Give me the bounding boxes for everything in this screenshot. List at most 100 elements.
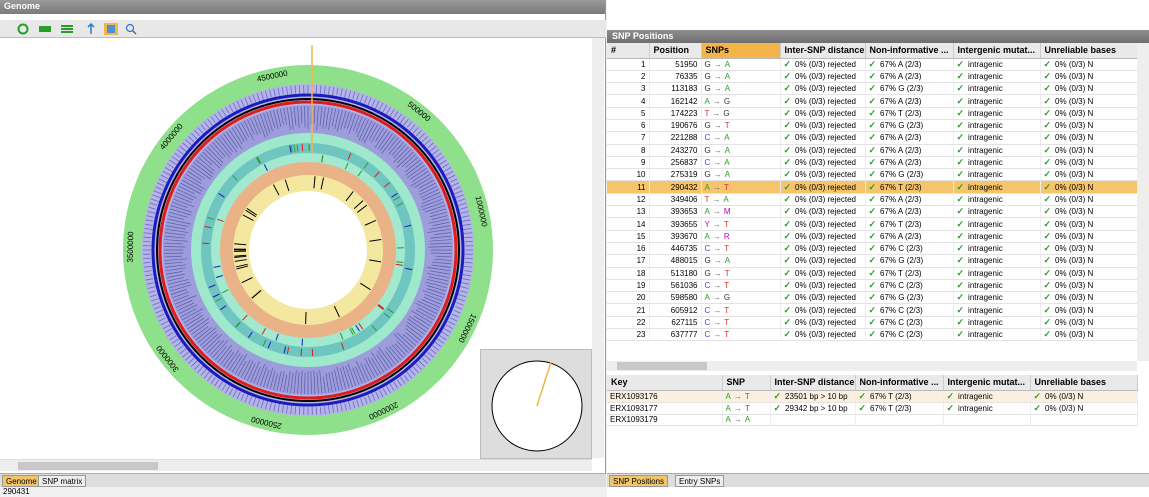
check-icon: ✓	[868, 292, 877, 303]
linear-view-icon[interactable]	[38, 23, 52, 35]
zoom-icon[interactable]	[124, 23, 138, 35]
filter-cell: ✓ 67% A (2/3)	[865, 58, 954, 71]
arrow-icon: →	[733, 403, 742, 413]
column-header[interactable]: SNP	[722, 375, 771, 391]
column-header[interactable]: Intergenic mutat...	[943, 375, 1031, 391]
column-header[interactable]: Key	[607, 375, 723, 391]
snp-horizontal-scrollbar[interactable]	[607, 361, 1137, 371]
check-icon: ✓	[783, 329, 792, 340]
genome-vertical-scrollbar[interactable]	[592, 38, 604, 458]
arrow-icon: →	[713, 244, 722, 254]
position-cell: 561036	[649, 279, 702, 293]
check-icon: ✓	[783, 132, 792, 143]
column-header[interactable]: Non-informative ...	[865, 43, 954, 59]
cell-text: 0% (0/3) rejected	[795, 305, 856, 315]
snp-row[interactable]: 7 221288 C → A ✓ 0% (0/3) rejected ✓ 67% A (2/3)…	[607, 131, 1138, 145]
column-header[interactable]: Non-informative ...	[855, 375, 944, 391]
genome-overview-minimap[interactable]	[480, 349, 592, 459]
arrow-icon: →	[713, 84, 722, 94]
snp-mark	[296, 144, 299, 152]
cell-text: 0% (0/3) rejected	[795, 280, 856, 290]
snp-row[interactable]: 16 446735 C → T ✓ 0% (0/3) rejected ✓ 67% C (2/3…	[607, 242, 1138, 256]
snp-row[interactable]: 8 243270 G → A ✓ 0% (0/3) rejected ✓ 67% A (2/3)…	[607, 144, 1138, 157]
check-icon: ✓	[1043, 206, 1052, 217]
check-icon: ✓	[956, 206, 965, 217]
snp-row[interactable]: 19 561036 C → T ✓ 0% (0/3) rejected ✓ 67% C (2/3…	[607, 279, 1138, 293]
snp-cell: C → T	[701, 328, 781, 342]
position-cell: 162142	[649, 94, 702, 108]
column-header[interactable]: SNPs	[701, 43, 781, 59]
cell-text: 0% (0/3) N	[1045, 403, 1084, 413]
cell-text: intragenic	[968, 268, 1003, 278]
column-header[interactable]: #	[607, 43, 650, 59]
snp-row[interactable]: 5 174223 T → G ✓ 0% (0/3) rejected ✓ 67% T (2/3)…	[607, 107, 1138, 120]
snp-row[interactable]: 3 113183 G → A ✓ 0% (0/3) rejected ✓ 67% G (2/3)…	[607, 82, 1138, 96]
column-header[interactable]: Inter-SNP distance	[770, 375, 856, 391]
cell-text: intragenic	[968, 330, 1003, 340]
key-row[interactable]: ERX1093179 A → A	[607, 414, 1138, 426]
filter-cell: ✓ 0% (0/3) rejected	[780, 328, 866, 342]
tracks-icon[interactable]	[60, 23, 74, 35]
snp-row[interactable]: 6 190676 G → T ✓ 0% (0/3) rejected ✓ 67% G (2/3)…	[607, 119, 1138, 133]
tab-entry-snps[interactable]: Entry SNPs	[675, 475, 725, 487]
snp-row[interactable]: 11 290432 A → T ✓ 0% (0/3) rejected ✓ 67% T (2/3…	[607, 180, 1138, 194]
filter-cell: ✓ intragenic	[953, 242, 1041, 256]
overview-circle[interactable]	[481, 350, 591, 458]
tab-genome[interactable]: Genome	[2, 475, 41, 487]
snp-row[interactable]: 4 162142 A → G ✓ 0% (0/3) rejected ✓ 67% A (2/3)…	[607, 94, 1138, 108]
filter-cell: ✓ 67% G (2/3)	[865, 119, 954, 133]
snp-row[interactable]: 10 275319 G → A ✓ 0% (0/3) rejected ✓ 67% G (2/3…	[607, 168, 1138, 182]
cell-text: 0% (0/3) N	[1055, 182, 1094, 192]
circle-view-icon[interactable]	[16, 23, 30, 35]
check-icon: ✓	[868, 316, 877, 327]
tab-snp-matrix[interactable]: SNP matrix	[38, 475, 87, 487]
snp-cell: A → T	[722, 390, 771, 403]
arrow-icon: →	[712, 219, 721, 229]
filter-cell: ✓ 0% (0/3) N	[1030, 402, 1138, 415]
genome-horizontal-scrollbar[interactable]	[0, 459, 592, 471]
filter-cell: ✓ 0% (0/3) rejected	[780, 94, 866, 108]
snp-row[interactable]: 12 349406 T → A ✓ 0% (0/3) rejected ✓ 67% A (2/3…	[607, 193, 1138, 207]
snp-vertical-scrollbar[interactable]	[1137, 43, 1149, 361]
alt-base: R	[723, 231, 730, 241]
alt-base: A	[723, 194, 729, 204]
filter-cell: ✓ intragenic	[953, 193, 1041, 207]
cell-text: intragenic	[968, 158, 1003, 168]
column-header[interactable]: Unreliable bases	[1040, 43, 1138, 59]
row-number: 16	[607, 242, 650, 256]
filter-cell: ✓ intragenic	[953, 180, 1041, 194]
check-icon: ✓	[783, 144, 792, 155]
cell-text: intragenic	[968, 96, 1003, 106]
column-header[interactable]: Inter-SNP distance	[780, 43, 866, 59]
snp-row[interactable]: 13 393653 A → M ✓ 0% (0/3) rejected ✓ 67% A (2/3…	[607, 205, 1138, 219]
filter-cell: ✓ 0% (0/3) N	[1040, 180, 1138, 194]
color-mode-icon[interactable]	[104, 23, 118, 35]
snp-row[interactable]: 18 513180 G → T ✓ 0% (0/3) rejected ✓ 67% T (2/3…	[607, 267, 1138, 280]
row-number: 15	[607, 230, 650, 243]
snp-row[interactable]: 15 393670 A → R ✓ 0% (0/3) rejected ✓ 67% A (2/3…	[607, 230, 1138, 243]
snp-row[interactable]: 23 637777 C → T ✓ 0% (0/3) rejected ✓ 67% C (2/3…	[607, 328, 1138, 342]
snp-row[interactable]: 2 76335 G → A ✓ 0% (0/3) rejected ✓ 67% A (2/3) ✓…	[607, 70, 1138, 84]
key-row[interactable]: ERX1093177 A → T ✓ 29342 bp > 10 bp ✓ 67% T (2/…	[607, 402, 1138, 415]
snp-row[interactable]: 9 256837 C → A ✓ 0% (0/3) rejected ✓ 67% A (2/3)…	[607, 156, 1138, 170]
column-header[interactable]: Unreliable bases	[1030, 375, 1138, 391]
snp-row[interactable]: 1 51950 G → A ✓ 0% (0/3) rejected ✓ 67% A (2/3) ✓…	[607, 58, 1138, 71]
snp-row[interactable]: 22 627115 C → T ✓ 0% (0/3) rejected ✓ 67% C (2/3…	[607, 316, 1138, 330]
ref-base: A	[725, 415, 731, 424]
scrollbar-thumb[interactable]	[617, 362, 707, 370]
check-icon: ✓	[783, 218, 792, 229]
scrollbar-thumb[interactable]	[18, 462, 158, 470]
snp-row[interactable]: 20 598580 A → G ✓ 0% (0/3) rejected ✓ 67% G (2/3…	[607, 291, 1138, 305]
key-row[interactable]: ERX1093176 A → T ✓ 23501 bp > 10 bp ✓ 67% T (2/…	[607, 390, 1138, 403]
snp-cell: G → A	[701, 144, 781, 157]
filter-cell: ✓ 0% (0/3) rejected	[780, 279, 866, 293]
snp-row[interactable]: 14 393655 Y → T ✓ 0% (0/3) rejected ✓ 67% T (2/3…	[607, 217, 1138, 231]
arrow-up-icon[interactable]	[84, 23, 98, 35]
cell-text: intragenic	[968, 280, 1003, 290]
column-header[interactable]: Position	[649, 43, 702, 59]
snp-row[interactable]: 17 488015 G → A ✓ 0% (0/3) rejected ✓ 67% G (2/3…	[607, 254, 1138, 268]
row-number: 19	[607, 279, 650, 293]
tab-snp-positions[interactable]: SNP Positions	[609, 475, 668, 487]
column-header[interactable]: Intergenic mutat...	[953, 43, 1041, 59]
snp-row[interactable]: 21 605912 C → T ✓ 0% (0/3) rejected ✓ 67% C (2/3…	[607, 303, 1138, 317]
